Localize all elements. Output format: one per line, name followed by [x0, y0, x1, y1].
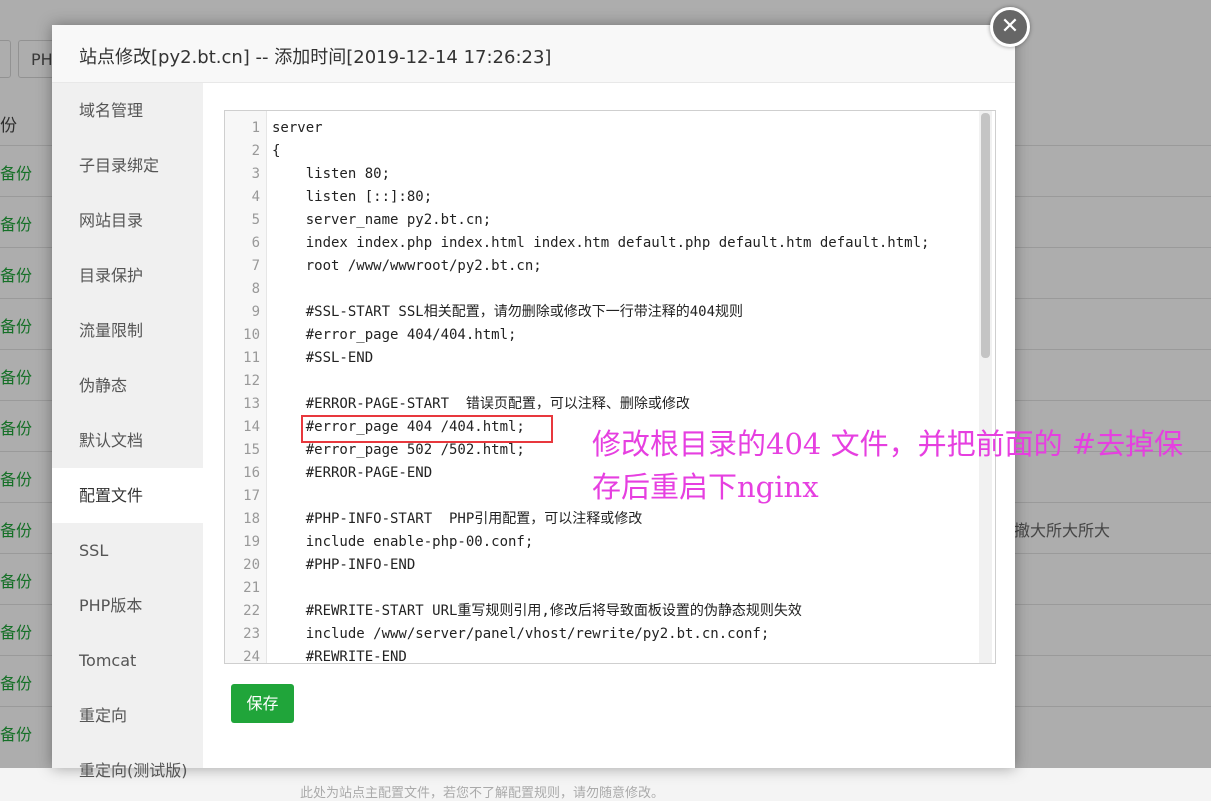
sidebar-item[interactable]: 重定向 [52, 688, 203, 743]
code-line: 10 #error_page 404/404.html; [225, 324, 985, 347]
modal-header: 站点修改[py2.bt.cn] -- 添加时间[2019-12-14 17:26… [52, 25, 1015, 83]
sidebar-item[interactable]: 配置文件 [52, 468, 203, 523]
highlight-box [301, 415, 553, 443]
config-code-editor[interactable]: 1 server 2{3 listen 80; 4 listen [::]:80; 5 … [224, 110, 996, 664]
code-text: { [272, 143, 281, 159]
sidebar-item[interactable]: 网站目录 [52, 193, 203, 248]
code-text: listen [::]:80; [272, 189, 433, 205]
code-text: #error_page 404/404.html; [272, 327, 517, 343]
code-line: 4 listen [::]:80; [225, 186, 985, 209]
line-number: 1 [251, 120, 260, 136]
line-number: 16 [243, 465, 260, 481]
code-text: server_name py2.bt.cn; [272, 212, 492, 228]
code-text: #PHP-INFO-START PHP引用配置，可以注释或修改 [272, 511, 643, 527]
code-line: 18 #PHP-INFO-START PHP引用配置，可以注释或修改 [225, 508, 985, 531]
editor-scrollbar[interactable] [979, 111, 992, 663]
sidebar-item[interactable]: 默认文档 [52, 413, 203, 468]
code-text: #REWRITE-END [272, 649, 407, 664]
code-line: 6 index index.php index.html index.htm d… [225, 232, 985, 255]
code-text: index index.php index.html index.htm def… [272, 235, 930, 251]
code-text: #REWRITE-START URL重写规则引用,修改后将导致面板设置的伪静态规… [272, 603, 802, 619]
code-line: 19 include enable-php-00.conf; [225, 531, 985, 554]
code-line: 13 #ERROR-PAGE-START 错误页配置，可以注释、删除或修改 [225, 393, 985, 416]
code-text: #SSL-START SSL相关配置，请勿删除或修改下一行带注释的404规则 [272, 304, 744, 320]
line-number: 15 [243, 442, 260, 458]
code-line: 5 server_name py2.bt.cn; [225, 209, 985, 232]
sidebar-item[interactable]: 子目录绑定 [52, 138, 203, 193]
code-line: 7 root /www/wwwroot/py2.bt.cn; [225, 255, 985, 278]
code-line: 3 listen 80; [225, 163, 985, 186]
line-number: 24 [243, 649, 260, 664]
close-icon[interactable]: ✕ [990, 7, 1030, 47]
sidebar-item[interactable]: 重定向(测试版) [52, 743, 203, 798]
line-number: 5 [251, 212, 260, 228]
code-text: root /www/wwwroot/py2.bt.cn; [272, 258, 542, 274]
line-number: 13 [243, 396, 260, 412]
line-number: 7 [251, 258, 260, 274]
line-number: 17 [243, 488, 260, 504]
code-text: #PHP-INFO-END [272, 557, 416, 573]
footer-note: 此处为站点主配置文件，若您不了解配置规则，请勿随意修改。 [300, 786, 665, 801]
line-number: 18 [243, 511, 260, 527]
code-line: 1 server [225, 117, 985, 140]
sidebar-item[interactable]: PHP版本 [52, 578, 203, 633]
code-line: 12 [225, 370, 985, 393]
line-number: 23 [243, 626, 260, 642]
save-button[interactable]: 保存 [231, 684, 294, 723]
code-line: 11 #SSL-END [225, 347, 985, 370]
code-line: 8 [225, 278, 985, 301]
line-number: 21 [243, 580, 260, 596]
line-number: 8 [251, 281, 260, 297]
sidebar-item[interactable]: 伪静态 [52, 358, 203, 413]
sidebar-item[interactable]: SSL [52, 523, 203, 578]
sidebar-item[interactable]: 域名管理 [52, 83, 203, 138]
code-line: 21 [225, 577, 985, 600]
line-number: 4 [251, 189, 260, 205]
annotation-note: 修改根目录的404 文件，并把前面的 #去掉保存后重启下nginx [592, 427, 1184, 504]
line-number: 20 [243, 557, 260, 573]
code-text: #ERROR-PAGE-START 错误页配置，可以注释、删除或修改 [272, 396, 690, 412]
settings-sidebar: 域名管理 子目录绑定 网站目录 目录保护 流量限制 伪静态 默认文档 配置文件 SSL PHP版本… [52, 83, 203, 780]
code-line: 24 #REWRITE-END [225, 646, 985, 664]
code-text: #ERROR-PAGE-END [272, 465, 433, 481]
scrollbar-thumb[interactable] [981, 113, 990, 358]
line-number: 11 [243, 350, 260, 366]
sidebar-item[interactable]: Tomcat [52, 633, 203, 688]
line-number: 9 [251, 304, 260, 320]
modal-title: 站点修改[py2.bt.cn] -- 添加时间[2019-12-14 17:26… [79, 47, 552, 68]
line-number: 12 [243, 373, 260, 389]
line-number: 19 [243, 534, 260, 550]
line-number: 3 [251, 166, 260, 182]
code-line: 2{ [225, 140, 985, 163]
line-number: 6 [251, 235, 260, 251]
line-number: 10 [243, 327, 260, 343]
sidebar-item[interactable]: 流量限制 [52, 303, 203, 358]
sidebar-item[interactable]: 目录保护 [52, 248, 203, 303]
code-line: 9 #SSL-START SSL相关配置，请勿删除或修改下一行带注释的404规则 [225, 301, 985, 324]
code-line: 20 #PHP-INFO-END [225, 554, 985, 577]
code-line: 22 #REWRITE-START URL重写规则引用,修改后将导致面板设置的伪… [225, 600, 985, 623]
line-number: 2 [251, 143, 260, 159]
line-number: 22 [243, 603, 260, 619]
code-text: #SSL-END [272, 350, 374, 366]
code-line: 23 include /www/server/panel/vhost/rewri… [225, 623, 985, 646]
code-text: include enable-php-00.conf; [272, 534, 534, 550]
code-text: server [272, 120, 323, 136]
code-text: include /www/server/panel/vhost/rewrite/… [272, 626, 770, 642]
line-number: 14 [243, 419, 260, 435]
code-text: listen 80; [272, 166, 391, 182]
